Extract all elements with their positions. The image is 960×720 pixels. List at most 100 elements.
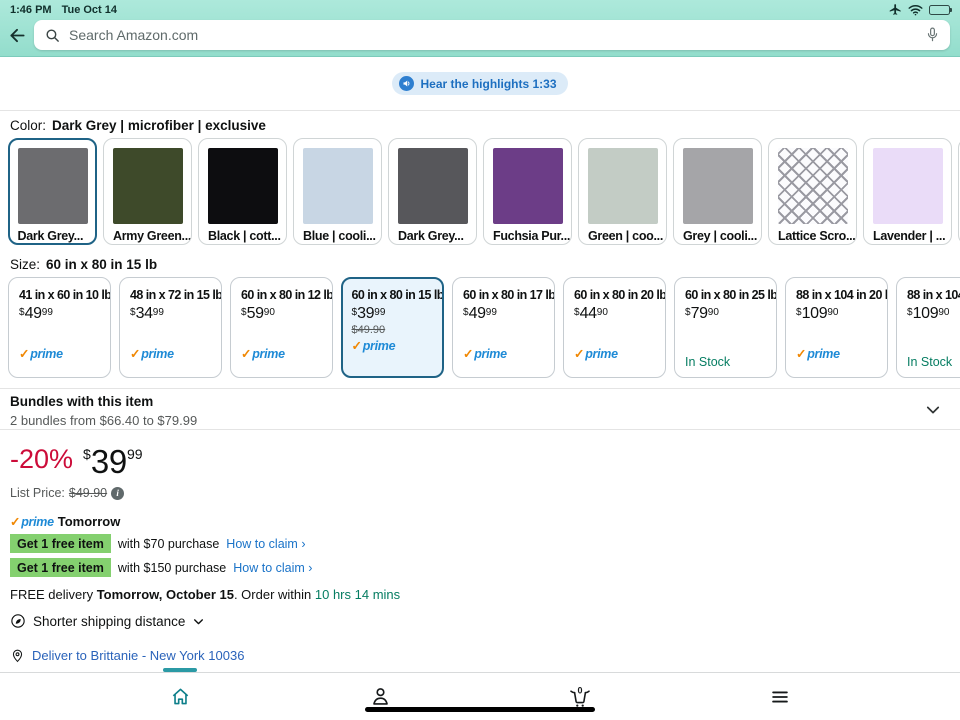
size-option-88x104-partial[interactable]: 88 in x 104 $10990 In Stock (896, 277, 960, 378)
prime-badge: ✓prime (241, 346, 326, 361)
color-swatch-dark-grey[interactable]: Dark Grey... (8, 138, 97, 245)
prime-when: Tomorrow (58, 514, 121, 529)
status-time: 1:46 PM (10, 4, 52, 16)
size-price: $7990 (685, 305, 770, 323)
swatch-image (588, 148, 658, 224)
bottom-nav-bar: 0 (0, 672, 960, 720)
size-price: $10990 (796, 305, 881, 323)
search-bar[interactable] (34, 20, 950, 50)
size-title: 60 in x 80 in 17 lb (463, 288, 548, 302)
color-swatch-row: Dark Grey... Army Green... Black | cott.… (8, 138, 960, 250)
prime-badge: ✓prime (352, 338, 438, 353)
back-button[interactable] (4, 22, 30, 48)
delivery-mid: . Order within (234, 587, 315, 602)
promo-highlight: Get 1 free item (10, 534, 111, 553)
swatch-label: Blue | cooli... (303, 229, 372, 243)
microphone-icon[interactable] (925, 26, 940, 44)
stock-status: In Stock (907, 355, 960, 369)
swatch-image (303, 148, 373, 224)
divider (0, 110, 960, 111)
color-swatch-fuchsia[interactable]: Fuchsia Pur... (483, 138, 572, 245)
list-price-label: List Price: (10, 486, 65, 500)
promo-condition: with $150 purchase (118, 561, 226, 575)
cart-icon: 0 (567, 684, 593, 710)
how-to-claim-link[interactable]: How to claim › (226, 537, 305, 551)
size-option-60x80-15lb-selected[interactable]: 60 in x 80 in 15 lb $3999 $49.90 ✓prime (341, 277, 444, 378)
size-option-48x72-15lb[interactable]: 48 in x 72 in 15 lb $3499 ✓prime (119, 277, 222, 378)
swatch-image (18, 148, 88, 224)
swatch-image (493, 148, 563, 224)
swatch-label: Grey | cooli... (683, 229, 752, 243)
ios-home-indicator[interactable] (365, 707, 595, 712)
color-section-label: Color:Dark Grey | microfiber | exclusive (10, 118, 266, 133)
header: 1:46 PM Tue Oct 14 (0, 0, 960, 57)
prime-badge: ✓prime (796, 346, 881, 361)
swatch-image (398, 148, 468, 224)
size-option-41x60-10lb[interactable]: 41 in x 60 in 10 lb $4999 ✓prime (8, 277, 111, 378)
nav-home-button[interactable] (152, 673, 208, 720)
size-title: 60 in x 80 in 12 lb (241, 288, 326, 302)
nav-cart-button[interactable]: 0 (552, 673, 608, 720)
color-swatch-army-green[interactable]: Army Green... (103, 138, 192, 245)
size-price: $10990 (907, 305, 960, 323)
promo-condition: with $70 purchase (118, 537, 219, 551)
swatch-label: Fuchsia Pur... (493, 229, 562, 243)
hear-highlights-button[interactable]: Hear the highlights 1:33 (392, 72, 567, 95)
airplane-mode-icon (889, 3, 902, 16)
color-swatch-dark-grey-2[interactable]: Dark Grey... (388, 138, 477, 245)
color-swatch-blue[interactable]: Blue | cooli... (293, 138, 382, 245)
search-input[interactable] (69, 27, 917, 43)
size-label: Size: (10, 257, 40, 272)
nav-menu-button[interactable] (752, 673, 808, 720)
status-date: Tue Oct 14 (62, 4, 117, 16)
size-option-60x80-20lb[interactable]: 60 in x 80 in 20 lb $4490 ✓prime (563, 277, 666, 378)
size-option-60x80-25lb[interactable]: 60 in x 80 in 25 lb $7990 In Stock (674, 277, 777, 378)
size-title: 88 in x 104 (907, 288, 960, 302)
prime-badge: ✓prime (463, 346, 548, 361)
shipping-option-label: Shorter shipping distance (33, 614, 185, 629)
promo-offer: Get 1 free item with $150 purchase How t… (10, 558, 950, 577)
swatch-label: Dark Grey... (18, 229, 88, 243)
color-swatch-lavender[interactable]: Lavender | ... (863, 138, 952, 245)
delivery-prefix: FREE delivery (10, 587, 97, 602)
size-price: $3499 (130, 305, 215, 323)
list-price-value: $49.90 (69, 486, 107, 500)
size-title: 88 in x 104 in 20 lb (796, 288, 881, 302)
location-pin-icon (10, 648, 25, 663)
hamburger-menu-icon (769, 686, 791, 708)
size-option-88x104-20lb[interactable]: 88 in x 104 in 20 lb $10990 ✓prime (785, 277, 888, 378)
color-swatch-lattice[interactable]: Lattice Scro... (768, 138, 857, 245)
delivery-countdown: 10 hrs 14 mins (315, 587, 400, 602)
color-swatch-black[interactable]: Black | cott... (198, 138, 287, 245)
info-icon[interactable]: i (111, 487, 124, 500)
chevron-down-icon (192, 615, 205, 628)
chevron-down-icon[interactable] (924, 401, 942, 419)
bundles-section[interactable]: Bundles with this item 2 bundles from $6… (10, 394, 950, 428)
home-icon (169, 685, 192, 708)
swatch-label: Lattice Scro... (778, 229, 847, 243)
size-title: 48 in x 72 in 15 lb (130, 288, 215, 302)
active-tab-indicator (163, 668, 197, 672)
size-price: $3999 (352, 305, 438, 323)
color-swatch-green[interactable]: Green | coo... (578, 138, 667, 245)
swatch-label: Black | cott... (208, 229, 277, 243)
swatch-image (208, 148, 278, 224)
how-to-claim-link[interactable]: How to claim › (233, 561, 312, 575)
status-bar: 1:46 PM Tue Oct 14 (0, 0, 960, 17)
size-title: 60 in x 80 in 15 lb (352, 288, 438, 302)
audio-play-icon (399, 76, 414, 91)
swatch-image (113, 148, 183, 224)
deliver-to-link[interactable]: Deliver to Brittanie - New York 10036 (10, 648, 950, 663)
size-option-60x80-12lb[interactable]: 60 in x 80 in 12 lb $5990 ✓prime (230, 277, 333, 378)
stock-status: In Stock (685, 355, 770, 369)
nav-profile-button[interactable] (352, 673, 408, 720)
shorter-shipping-toggle[interactable]: Shorter shipping distance (10, 613, 950, 629)
delivery-date: Tomorrow, October 15 (97, 587, 234, 602)
color-swatch-grey[interactable]: Grey | cooli... (673, 138, 762, 245)
size-title: 60 in x 80 in 25 lb (685, 288, 770, 302)
profile-icon (369, 685, 392, 708)
deliver-to-label: Deliver to Brittanie - New York 10036 (32, 648, 244, 663)
cart-count-badge: 0 (577, 685, 582, 695)
swatch-label: Lavender | ... (873, 229, 942, 243)
size-option-60x80-17lb[interactable]: 60 in x 80 in 17 lb $4999 ✓prime (452, 277, 555, 378)
